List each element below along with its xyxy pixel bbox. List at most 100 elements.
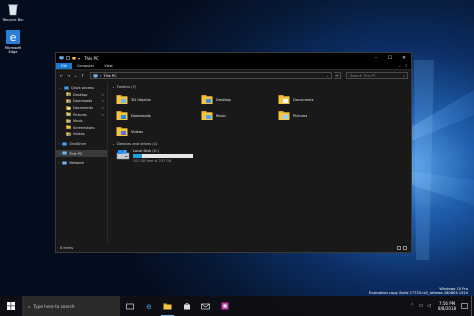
nav-item-quick-access[interactable]: ⌄ Quick access [56, 85, 107, 92]
nav-item-label: Quick access [70, 86, 94, 91]
nav-icon-wrapper [62, 151, 68, 156]
taskbar-settings-button[interactable] [215, 296, 234, 316]
folder-tile-3d-objects[interactable]: 3D Objects [116, 92, 201, 107]
folder-label: Downloads [131, 113, 151, 118]
large-icons-view-button[interactable] [403, 246, 407, 250]
nav-item-documents[interactable]: Documents ✎ [56, 105, 107, 112]
this-pc-icon [93, 73, 98, 78]
folder-label: 3D Objects [131, 97, 151, 102]
expand-chevron-icon[interactable]: › [59, 142, 60, 146]
new-folder-icon[interactable] [72, 56, 76, 60]
address-dropdown-icon[interactable]: ⌄ [326, 74, 329, 78]
network-icon[interactable]: ▭ [418, 303, 423, 309]
close-button[interactable]: ✕ [397, 53, 411, 63]
tab-file[interactable]: File [56, 63, 72, 69]
forward-button[interactable]: → [66, 73, 71, 78]
nav-icon-wrapper [66, 118, 71, 124]
details-view-button[interactable] [397, 246, 401, 250]
nav-item-label: Videos [73, 132, 85, 137]
show-hidden-icons-chevron-icon[interactable]: ⌃ [410, 303, 414, 309]
file-explorer-icon [163, 303, 172, 309]
nav-item-music[interactable]: Music [56, 118, 107, 125]
nav-item-label: Documents [73, 106, 93, 111]
file-explorer-window: ▾ This PC – ☐ ✕ File Computer View ⌄ ? ←… [55, 52, 412, 253]
start-button[interactable] [0, 296, 22, 316]
minimize-button[interactable]: – [369, 53, 383, 63]
folders-group-header[interactable]: ⌄ Folders (7) [112, 84, 407, 90]
qat-dropdown-icon[interactable]: ▾ [78, 56, 80, 61]
nav-item-this-pc[interactable]: › This PC [56, 150, 107, 157]
drive-tile-c[interactable]: Local Disk (C:) 202 GB free of 237 GB [116, 149, 407, 163]
nav-item-label: This PC [69, 151, 83, 156]
nav-icon-wrapper [66, 99, 71, 104]
desktop-icon-label: Microsoft Edge [4, 46, 22, 54]
breadcrumb-this-pc[interactable]: This PC [103, 74, 116, 78]
folder-tile-videos[interactable]: Videos [116, 124, 201, 139]
task-view-button[interactable] [120, 296, 139, 316]
drives-group-header[interactable]: ⌄ Devices and drives (1) [112, 141, 407, 147]
folder-tile-desktop[interactable]: Desktop [201, 92, 278, 107]
properties-icon[interactable] [66, 56, 70, 60]
taskbar-search-placeholder: Type here to search [33, 303, 75, 309]
downloads-folder-icon [116, 111, 128, 120]
address-bar[interactable]: › This PC ⌄ [90, 72, 332, 79]
tab-computer[interactable]: Computer [72, 63, 99, 69]
volume-icon[interactable]: ◁ [427, 303, 431, 309]
svg-text:e: e [146, 302, 151, 310]
local-disk-icon [116, 150, 130, 160]
taskbar-file-explorer-button[interactable] [158, 296, 177, 316]
window-title: This PC [84, 55, 99, 61]
videos-folder-icon [66, 132, 71, 136]
taskbar-store-button[interactable] [177, 296, 196, 316]
folder-tile-pictures[interactable]: Pictures [278, 108, 363, 123]
folder-label: Documents [293, 97, 314, 102]
3d-objects-folder-icon [116, 95, 128, 104]
nav-icon-wrapper [66, 92, 71, 97]
tab-view[interactable]: View [99, 63, 117, 69]
nav-item-videos[interactable]: Videos [56, 131, 107, 138]
item-count: 8 items [60, 246, 74, 250]
expand-chevron-icon[interactable]: › [59, 152, 60, 156]
nav-item-network[interactable]: › Network [56, 160, 107, 167]
search-icon: ⌕ [403, 73, 405, 78]
nav-item-label: Downloads [73, 99, 93, 104]
refresh-button[interactable]: ⟳ [334, 72, 341, 79]
nav-item-pictures[interactable]: Pictures ✎ [56, 111, 107, 118]
folder-tile-documents[interactable]: Documents [278, 92, 363, 107]
nav-icon-wrapper [62, 142, 68, 147]
expand-ribbon-icon[interactable]: ⌄ [398, 64, 401, 68]
nav-icon-wrapper [66, 132, 71, 137]
pictures-folder-icon [278, 111, 290, 120]
recent-locations-button[interactable]: ⌄ [73, 73, 78, 78]
windows-logo-icon [7, 302, 15, 310]
status-bar: 8 items [56, 244, 411, 252]
folder-tile-music[interactable]: Music [201, 108, 278, 123]
music-folder-icon [201, 111, 213, 120]
quick-access-toolbar: ▾ [59, 56, 80, 61]
action-center-icon[interactable] [461, 302, 468, 310]
nav-item-desktop[interactable]: Desktop ✎ [56, 92, 107, 99]
back-button[interactable]: ← [59, 73, 64, 78]
videos-folder-icon [116, 127, 128, 136]
nav-item-screenshots[interactable]: Screenshots [56, 125, 107, 132]
taskbar-clock[interactable]: 7:56 PM 8/8/2018 [433, 301, 461, 311]
maximize-button[interactable]: ☐ [383, 53, 397, 63]
collapse-chevron-icon: ⌄ [112, 85, 116, 89]
taskbar-mail-button[interactable] [196, 296, 215, 316]
nav-item-onedrive[interactable]: › OneDrive [56, 141, 107, 148]
this-pc-icon [62, 151, 68, 155]
taskbar-search-box[interactable]: ⌕ Type here to search [22, 296, 120, 316]
up-button[interactable]: ↑ [80, 73, 85, 78]
expand-chevron-icon[interactable]: ⌄ [59, 86, 62, 90]
nav-item-downloads[interactable]: Downloads ✎ [56, 98, 107, 105]
pin-icon: ✎ [101, 112, 104, 117]
folder-tile-downloads[interactable]: Downloads [116, 108, 201, 123]
taskbar-edge-button[interactable]: e [139, 296, 158, 316]
desktop-icon-recycle-bin[interactable]: Recycle Bin [0, 2, 26, 22]
desktop-icon-edge[interactable]: e Microsoft Edge [0, 30, 26, 54]
search-box[interactable]: Search This PC ⌕ [346, 72, 408, 79]
desktop-folder-icon [66, 92, 71, 97]
expand-chevron-icon[interactable]: › [59, 161, 60, 165]
this-pc-icon [59, 56, 64, 60]
help-icon[interactable]: ? [405, 64, 407, 68]
